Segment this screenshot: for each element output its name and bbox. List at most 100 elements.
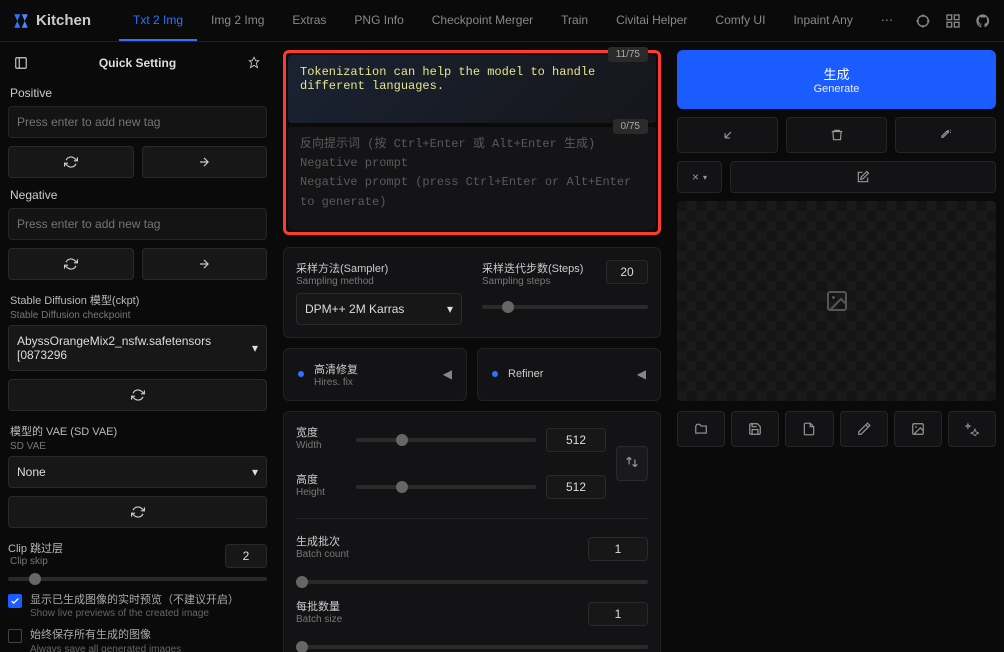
sampler-panel: 采样方法(Sampler) Sampling method DPM++ 2M K… — [283, 247, 661, 338]
steps-value[interactable]: 20 — [606, 260, 648, 284]
height-label: 高度 — [296, 471, 346, 487]
tab-inpaint[interactable]: Inpaint Any — [779, 1, 866, 41]
batch-size-slider[interactable] — [296, 645, 648, 649]
clip-value[interactable]: 2 — [225, 544, 267, 568]
vae-select[interactable]: None▾ — [8, 456, 267, 488]
panel-icon[interactable] — [14, 56, 28, 70]
model-select[interactable]: AbyssOrangeMix2_nsfw.safetensors [087329… — [8, 325, 267, 371]
save-check-sublabel: Always save all generated images — [30, 643, 181, 652]
positive-tag-input[interactable] — [8, 106, 267, 138]
tab-checkpoint[interactable]: Checkpoint Merger — [418, 1, 547, 41]
width-value[interactable]: 512 — [546, 428, 606, 452]
dimensions-panel: 宽度 Width 512 高度 Height 512 — [283, 411, 661, 652]
vae-label: 模型的 VAE (SD VAE) — [10, 423, 267, 439]
generate-label: 生成 — [691, 64, 982, 83]
sidebar-title: Quick Setting — [28, 56, 247, 70]
neg-line1: 反向提示词 (按 Ctrl+Enter 或 Alt+Enter 生成) — [300, 135, 644, 154]
delete-button[interactable] — [786, 117, 887, 153]
neg-token-count: 0/75 — [613, 119, 648, 134]
preview-check-label: 显示已生成图像的实时预览（不建议开启） — [30, 593, 239, 607]
pin-icon[interactable] — [247, 56, 261, 70]
sampler-select[interactable]: DPM++ 2M Karras▾ — [296, 293, 462, 325]
github-icon[interactable] — [975, 13, 991, 29]
model-sublabel: Stable Diffusion checkpoint — [10, 310, 267, 321]
negative-tag-input[interactable] — [8, 208, 267, 240]
save-check-label: 始终保存所有生成的图像 — [30, 628, 181, 642]
batch-count-value[interactable]: 1 — [588, 537, 648, 561]
dot-icon — [298, 371, 304, 377]
model-value: AbyssOrangeMix2_nsfw.safetensors [087329… — [17, 334, 252, 362]
tab-train[interactable]: Train — [547, 1, 602, 41]
tab-pnginfo[interactable]: PNG Info — [340, 1, 417, 41]
save-checkbox[interactable] — [8, 629, 22, 643]
model-refresh-button[interactable] — [8, 379, 267, 411]
main-layout: Quick Setting Positive Negative Stable D… — [0, 42, 1004, 652]
edit-icon — [856, 170, 870, 184]
eyedropper-icon — [857, 422, 871, 436]
magic-button[interactable] — [895, 117, 996, 153]
vae-refresh-button[interactable] — [8, 496, 267, 528]
crosshair-icon[interactable] — [915, 13, 931, 29]
save-button[interactable] — [731, 411, 779, 447]
edit-button[interactable] — [730, 161, 996, 193]
sparkle-icon — [965, 422, 979, 436]
width-label: 宽度 — [296, 424, 346, 440]
arrow-down-left-icon — [721, 128, 735, 142]
sampler-value: DPM++ 2M Karras — [305, 302, 404, 316]
positive-refresh-button[interactable] — [8, 146, 134, 178]
grid-icon[interactable] — [945, 13, 961, 29]
steps-slider[interactable] — [482, 305, 648, 309]
collapse-button[interactable] — [677, 117, 778, 153]
arrow-right-icon — [197, 257, 211, 271]
steps-sublabel: Sampling steps — [482, 276, 596, 287]
app-header: Kitchen Txt 2 Img Img 2 Img Extras PNG I… — [0, 0, 1004, 42]
batch-size-value[interactable]: 1 — [588, 602, 648, 626]
x-pill[interactable]: ×▾ — [677, 161, 722, 193]
dot-icon — [492, 371, 498, 377]
clip-label: Clip 跳过层 — [8, 540, 215, 556]
preview-checkbox[interactable] — [8, 594, 22, 608]
sampler-label: 采样方法(Sampler) — [296, 260, 462, 276]
refiner-collapse[interactable]: Refiner ◀ — [477, 348, 661, 401]
tab-civitai[interactable]: Civitai Helper — [602, 1, 701, 41]
hires-collapse[interactable]: 高清修复 Hires. fix ◀ — [283, 348, 467, 401]
refiner-label: Refiner — [508, 368, 627, 380]
prompt-highlight: 11/75 Tokenization can help the model to… — [283, 50, 661, 235]
save-icon — [748, 422, 762, 436]
negative-prompt-box[interactable]: 0/75 反向提示词 (按 Ctrl+Enter 或 Alt+Enter 生成)… — [288, 127, 656, 230]
swap-dims-button[interactable] — [616, 446, 648, 481]
tab-comfy[interactable]: Comfy UI — [701, 1, 779, 41]
tab-txt2img[interactable]: Txt 2 Img — [119, 1, 197, 41]
file-button[interactable] — [785, 411, 833, 447]
folder-button[interactable] — [677, 411, 725, 447]
image-tool-button[interactable] — [894, 411, 942, 447]
batch-count-sublabel: Batch count — [296, 549, 578, 560]
negative-refresh-button[interactable] — [8, 248, 134, 280]
width-slider[interactable] — [356, 438, 536, 442]
logo-icon — [12, 12, 30, 30]
positive-label: Positive — [10, 86, 267, 100]
picker-button[interactable] — [840, 411, 888, 447]
chevron-down-icon: ▾ — [252, 341, 258, 355]
negative-label: Negative — [10, 188, 267, 202]
positive-apply-button[interactable] — [142, 146, 268, 178]
height-slider[interactable] — [356, 485, 536, 489]
prompt-text: Tokenization can help the model to handl… — [300, 65, 644, 93]
arrow-right-icon — [197, 155, 211, 169]
chevron-left-icon: ◀ — [637, 367, 646, 381]
batch-count-slider[interactable] — [296, 580, 648, 584]
generate-button[interactable]: 生成 Generate — [677, 50, 996, 109]
tab-extras[interactable]: Extras — [278, 1, 340, 41]
clip-slider[interactable] — [8, 577, 267, 581]
tab-more[interactable]: ⋯ — [867, 1, 907, 41]
refresh-icon — [64, 155, 78, 169]
width-sublabel: Width — [296, 440, 346, 451]
effects-button[interactable] — [948, 411, 996, 447]
tab-img2img[interactable]: Img 2 Img — [197, 1, 278, 41]
height-sublabel: Height — [296, 487, 346, 498]
center-panel: 11/75 Tokenization can help the model to… — [275, 42, 669, 652]
chevron-down-icon: ▾ — [252, 465, 258, 479]
height-value[interactable]: 512 — [546, 475, 606, 499]
negative-apply-button[interactable] — [142, 248, 268, 280]
prompt-box[interactable]: 11/75 Tokenization can help the model to… — [288, 55, 656, 123]
